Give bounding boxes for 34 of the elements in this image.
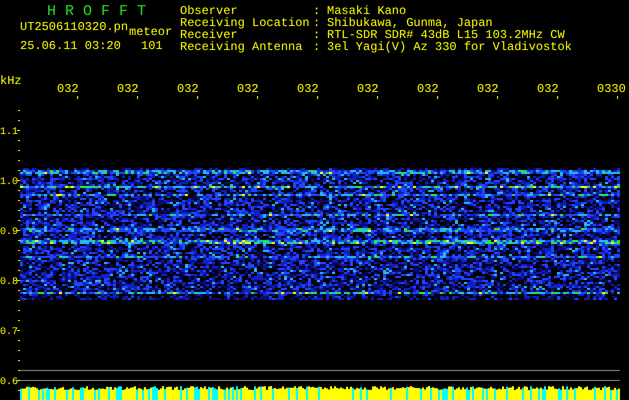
time-label: 032 (237, 82, 259, 96)
time-label: 032 (177, 82, 199, 96)
field-label: Observer (180, 5, 238, 17)
field-value: 3el Yagi(V) Az 330 for Vladivostok (327, 41, 572, 53)
mode-label: meteor (129, 26, 172, 38)
time-label: 032 (537, 82, 559, 96)
axis-label: 0.8 (0, 277, 18, 288)
separator-colon: : (313, 29, 322, 41)
field-label: Receiving Location (180, 17, 311, 29)
separator-colon: : (313, 17, 322, 29)
time-label: 032 (57, 82, 79, 96)
field-value: RTL-SDR SDR# 43dB L15 103.2MHz CW (327, 29, 565, 41)
separator-colon: : (313, 5, 322, 17)
axis-unit: kHz (0, 74, 22, 88)
logo-text: H R O F F T (47, 4, 146, 19)
axis-label: 1.1 (0, 127, 18, 138)
time-label: 032 (297, 82, 319, 96)
time-label: 032 (417, 82, 439, 96)
axis-label: 1.0 (0, 177, 18, 188)
count-label: 101 (141, 40, 163, 52)
field-label: Receiver (180, 29, 238, 41)
axis-label: 0.7 (0, 327, 18, 338)
field-value: Shibukawa, Gunma, Japan (327, 17, 493, 29)
time-label: 032 (117, 82, 139, 96)
axis-label: 0.9 (0, 227, 18, 238)
field-label: Receiving Antenna (180, 41, 304, 53)
axis-label: 0.6 (0, 377, 18, 388)
time-label: 0330 (597, 82, 626, 96)
time-label: 032 (357, 82, 379, 96)
time-label: 032 (477, 82, 499, 96)
field-value: Masaki Kano (327, 5, 406, 17)
file-name: UT2506110320.pn (20, 21, 128, 33)
separator-colon: : (313, 41, 322, 53)
date-time: 25.06.11 03:20 (20, 40, 121, 52)
